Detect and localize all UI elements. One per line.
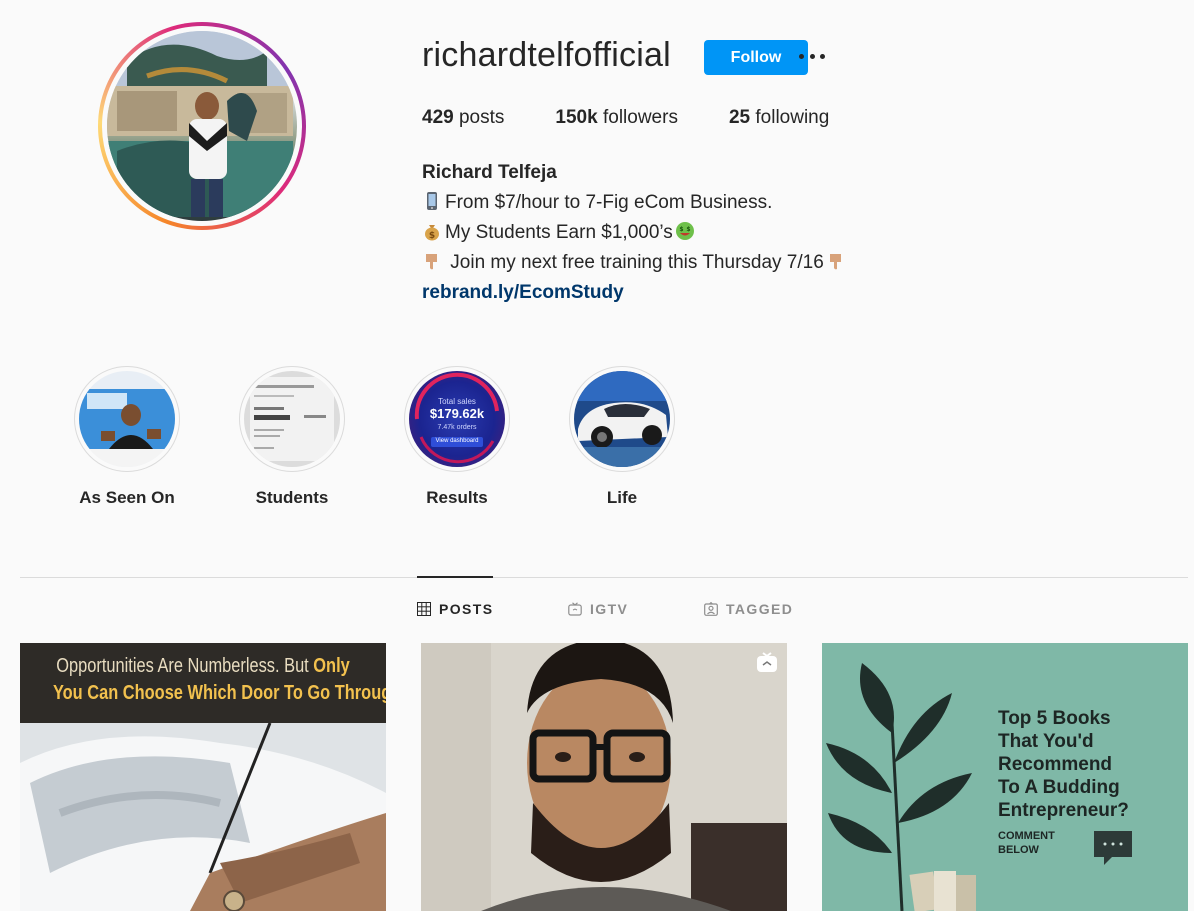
highlight-students[interactable]: Students	[237, 366, 347, 508]
highlight-label: Students	[255, 488, 329, 507]
results-dashboard-button: View dashboard	[435, 438, 479, 444]
post-tile[interactable]: Opportunities Are Numberless. But Only Y…	[20, 643, 386, 911]
tab-tagged[interactable]: TAGGED	[704, 601, 793, 617]
more-options-icon[interactable]	[797, 44, 827, 68]
highlight-thumbnail: Total sales $179.62k 7.47k orders View d…	[409, 371, 505, 467]
highlight-label: Life	[606, 488, 638, 507]
post-tile[interactable]	[421, 643, 787, 911]
highlight-thumbnail	[574, 371, 670, 467]
post-comment-prompt: COMMENT BELOW	[998, 830, 1055, 856]
tagged-user-icon	[704, 602, 718, 616]
tabs-divider	[20, 577, 1188, 578]
pointing-down-hand-icon	[829, 254, 841, 270]
portrait-photo	[421, 643, 787, 911]
highlight-label: As Seen On	[79, 488, 175, 507]
pointing-down-hand-icon	[426, 254, 437, 270]
tab-posts[interactable]: POSTS	[417, 601, 493, 617]
stat-following[interactable]: 25 following	[729, 107, 829, 129]
bio-link[interactable]: rebrand.ly/EcomStudy	[422, 278, 849, 308]
post-tile[interactable]: Top 5 Books That You'd Recommend To A Bu…	[822, 643, 1188, 911]
tab-igtv[interactable]: IGTV	[568, 601, 628, 617]
profile-full-name: Richard Telfeja	[422, 162, 557, 183]
profile-stats: 429 posts 150k followers 25 following	[422, 107, 880, 129]
profile-bio: Richard Telfeja From $7/hour to 7-Fig eC…	[422, 158, 849, 308]
post-headline: Top 5 Books That You'd Recommend To A Bu…	[998, 708, 1129, 821]
post-banner: Opportunities Are Numberless. But Only Y…	[20, 643, 386, 723]
money-bag-icon: $	[425, 225, 439, 241]
avatar-photo	[107, 31, 297, 221]
mobile-phone-icon	[427, 192, 437, 210]
profile-avatar[interactable]	[98, 22, 306, 230]
svg-text:$: $	[679, 226, 683, 233]
results-total-value: $179.62k	[429, 406, 485, 421]
highlight-results[interactable]: Total sales $179.62k 7.47k orders View d…	[402, 366, 512, 508]
highlight-as-seen-on[interactable]: As Seen On	[72, 366, 182, 508]
igtv-badge-icon	[757, 652, 777, 672]
avatar-illustration	[107, 31, 293, 217]
stat-followers[interactable]: 150k followers	[555, 107, 678, 129]
active-tab-indicator	[417, 576, 493, 578]
grid-icon	[417, 602, 431, 616]
bio-line-3: Join my next free training this Thursday…	[422, 248, 849, 278]
highlight-thumbnail	[244, 371, 340, 467]
profile-username: richardtelfofficial	[422, 36, 671, 74]
bio-line-1: From $7/hour to 7-Fig eCom Business.	[422, 188, 849, 218]
highlight-thumbnail	[79, 371, 175, 467]
highlight-label: Results	[426, 488, 488, 507]
bio-line-2: $ My Students Earn $1,000’s $ $	[422, 218, 849, 248]
igtv-icon	[568, 602, 582, 616]
results-total-label: Total sales	[438, 397, 476, 406]
follow-button[interactable]: Follow	[704, 40, 808, 75]
highlight-life[interactable]: Life	[567, 366, 677, 508]
car-door-photo	[20, 723, 386, 911]
stat-posts: 429 posts	[422, 107, 505, 128]
svg-text:$: $	[429, 231, 435, 241]
svg-text:$: $	[686, 226, 690, 233]
profile-page: richardtelfofficial Follow 429 posts 150…	[0, 0, 1194, 911]
money-mouth-face-icon: $ $	[675, 222, 694, 240]
results-orders: 7.47k orders	[437, 424, 477, 431]
